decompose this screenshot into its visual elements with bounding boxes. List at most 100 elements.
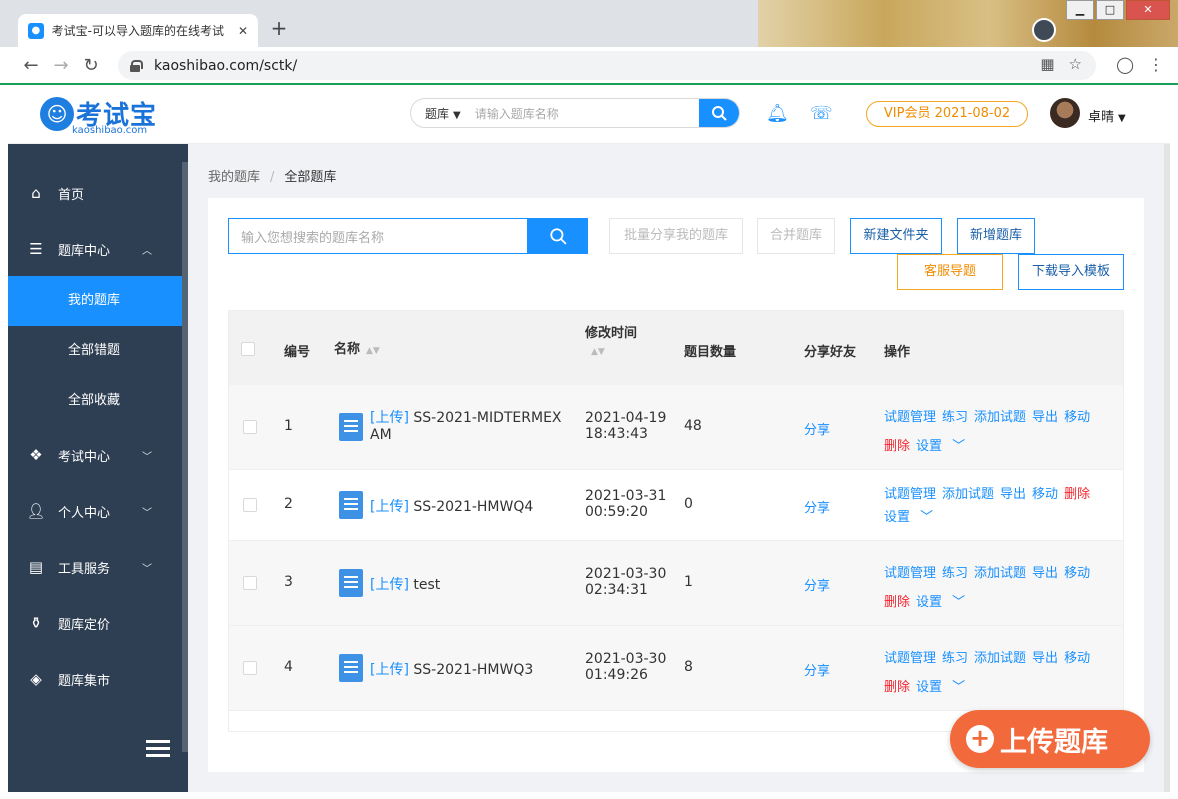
move-link[interactable]: 移动: [1064, 566, 1090, 581]
logo-domain: kaoshibao.com: [72, 125, 148, 136]
global-search-input[interactable]: 请输入题库名称: [475, 105, 699, 122]
forward-icon[interactable]: →: [46, 55, 76, 76]
sidebar-item-personal-center[interactable]: 👤︎ 个人中心 ﹀: [8, 486, 182, 536]
manage-questions-link[interactable]: 试题管理: [884, 651, 936, 666]
export-link[interactable]: 导出: [1032, 566, 1058, 581]
bank-search-button[interactable]: [528, 218, 588, 254]
vip-badge[interactable]: VIP会员 2021-08-02: [866, 101, 1028, 127]
page-scrollbar[interactable]: [1164, 144, 1170, 792]
delete-link[interactable]: 删除: [884, 680, 910, 695]
export-link[interactable]: 导出: [1000, 487, 1026, 502]
extension-icon[interactable]: ◯: [1116, 55, 1134, 74]
sidebar-item-bank-center[interactable]: ☰ 题库中心 ︿: [8, 224, 182, 274]
customer-service-icon[interactable]: ☏: [810, 103, 833, 124]
row-id: 4: [284, 659, 293, 675]
sidebar-item-pricing[interactable]: ⚱ 题库定价: [8, 598, 182, 648]
row-checkbox[interactable]: [243, 661, 257, 675]
delete-link[interactable]: 删除: [884, 439, 910, 454]
share-link[interactable]: 分享: [804, 660, 830, 679]
merge-banks-button[interactable]: 合并题库: [757, 218, 835, 254]
row-checkbox[interactable]: [243, 420, 257, 434]
delete-link[interactable]: 删除: [884, 595, 910, 610]
back-icon[interactable]: ←: [16, 55, 46, 76]
close-window-button[interactable]: ✕: [1126, 0, 1170, 20]
sidebar-item-tools[interactable]: ▤ 工具服务 ﹀: [8, 542, 182, 592]
avatar[interactable]: [1050, 98, 1080, 128]
share-link[interactable]: 分享: [804, 575, 830, 594]
sidebar-item-market[interactable]: ◈ 题库集市: [8, 654, 182, 704]
upload-bank-button[interactable]: + 上传题库: [950, 710, 1150, 768]
row-name[interactable]: [上传] test: [370, 574, 440, 594]
stack-icon: ❖: [29, 446, 43, 464]
sidebar-item-exam-center[interactable]: ❖ 考试中心 ﹀: [8, 430, 182, 480]
move-link[interactable]: 移动: [1064, 410, 1090, 425]
practice-link[interactable]: 练习: [942, 410, 968, 425]
browser-profile-icon[interactable]: [1032, 18, 1056, 42]
sidebar-item-home[interactable]: ⌂ 首页: [8, 168, 182, 218]
close-tab-icon[interactable]: ✕: [238, 24, 248, 38]
browser-menu-icon[interactable]: ⋮: [1148, 55, 1164, 74]
new-folder-button[interactable]: 新建文件夹: [850, 218, 942, 254]
url-text: kaoshibao.com/sctk/: [154, 57, 298, 74]
breadcrumb-my-banks[interactable]: 我的题库: [208, 170, 260, 185]
maximize-button[interactable]: □: [1096, 0, 1124, 20]
bell-icon[interactable]: 🔔︎: [766, 103, 789, 124]
practice-link[interactable]: 练习: [942, 651, 968, 666]
manage-questions-link[interactable]: 试题管理: [884, 410, 936, 425]
site-logo[interactable]: ☺ 考试宝 kaoshibao.com: [40, 95, 170, 139]
move-link[interactable]: 移动: [1064, 651, 1090, 666]
delete-link[interactable]: 删除: [1064, 487, 1090, 502]
move-link[interactable]: 移动: [1032, 487, 1058, 502]
export-link[interactable]: 导出: [1032, 651, 1058, 666]
header-modified[interactable]: 修改时间 ▲▼: [585, 322, 637, 357]
export-link[interactable]: 导出: [1032, 410, 1058, 425]
settings-dropdown[interactable]: 设置 ﹀: [916, 595, 971, 610]
global-search-button[interactable]: [699, 99, 739, 127]
sidebar-item-all-favorites[interactable]: 全部收藏: [8, 376, 182, 426]
row-checkbox[interactable]: [243, 576, 257, 590]
sidebar-item-my-banks[interactable]: 我的题库: [8, 276, 182, 326]
collapse-sidebar-icon[interactable]: [146, 740, 170, 758]
batch-share-button[interactable]: 批量分享我的题库: [609, 218, 743, 254]
row-name[interactable]: [上传] SS-2021-MIDTERMEX AM: [370, 410, 562, 444]
search-scope-select[interactable]: 题库 ▼: [425, 105, 461, 122]
select-all-checkbox[interactable]: [241, 342, 255, 356]
chevron-down-icon: ﹀: [952, 680, 966, 695]
service-import-button[interactable]: 客服导题: [897, 254, 1003, 290]
row-id: 3: [284, 574, 293, 590]
search-icon: [550, 228, 567, 245]
user-menu[interactable]: 卓晴 ▼: [1088, 106, 1126, 125]
new-bank-button[interactable]: 新增题库: [957, 218, 1035, 254]
row-name[interactable]: [上传] SS-2021-HMWQ4: [370, 496, 533, 516]
bookmark-star-icon[interactable]: ☆: [1069, 55, 1082, 73]
add-questions-link[interactable]: 添加试题: [974, 651, 1026, 666]
settings-dropdown[interactable]: 设置 ﹀: [884, 510, 939, 525]
sidebar-item-all-errors[interactable]: 全部错题: [8, 326, 182, 376]
add-questions-link[interactable]: 添加试题: [974, 566, 1026, 581]
manage-questions-link[interactable]: 试题管理: [884, 566, 936, 581]
window-controls: ▁ □ ✕: [1064, 0, 1170, 20]
manage-questions-link[interactable]: 试题管理: [884, 487, 936, 502]
practice-link[interactable]: 练习: [942, 566, 968, 581]
reload-icon[interactable]: ↻: [76, 55, 106, 76]
share-link[interactable]: 分享: [804, 419, 830, 438]
qr-code-icon[interactable]: ▦: [1040, 55, 1054, 73]
row-count: 1: [684, 574, 693, 590]
settings-dropdown[interactable]: 设置 ﹀: [916, 680, 971, 695]
row-checkbox[interactable]: [243, 498, 257, 512]
row-name[interactable]: [上传] SS-2021-HMWQ3: [370, 659, 533, 679]
share-link[interactable]: 分享: [804, 497, 830, 516]
download-template-button[interactable]: 下载导入模板: [1018, 254, 1124, 290]
chevron-down-icon: ﹀: [142, 507, 152, 519]
settings-dropdown[interactable]: 设置 ﹀: [916, 439, 971, 454]
address-bar[interactable]: kaoshibao.com/sctk/ ▦ ☆: [118, 51, 1096, 80]
sort-icon: ▲▼: [591, 347, 605, 357]
header-name[interactable]: 名称 ▲▼: [334, 338, 380, 357]
minimize-button[interactable]: ▁: [1066, 0, 1094, 20]
header-id: 编号: [284, 345, 311, 360]
add-questions-link[interactable]: 添加试题: [974, 410, 1026, 425]
bank-search-input[interactable]: 输入您想搜索的题库名称: [228, 218, 528, 254]
new-tab-button[interactable]: +: [268, 18, 290, 40]
browser-tab[interactable]: ● 考试宝-可以导入题库的在线考试 ✕: [18, 14, 258, 47]
add-questions-link[interactable]: 添加试题: [942, 487, 994, 502]
